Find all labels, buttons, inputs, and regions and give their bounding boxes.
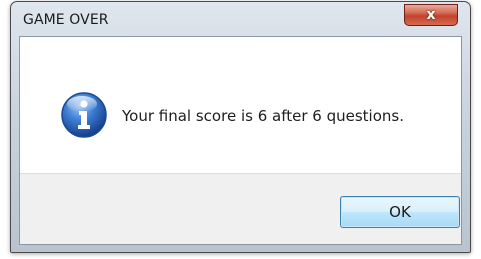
title-bar[interactable]: GAME OVER x xyxy=(11,2,470,36)
dialog-client-area: Your final score is 6 after 6 questions.… xyxy=(19,36,462,245)
ok-button[interactable]: OK xyxy=(340,196,460,228)
dialog-message: Your final score is 6 after 6 questions. xyxy=(122,107,404,125)
dialog-title: GAME OVER xyxy=(23,12,109,28)
dialog-window: GAME OVER x Your final score is 6 after … xyxy=(10,1,471,253)
info-icon xyxy=(61,92,107,138)
message-area: Your final score is 6 after 6 questions. xyxy=(20,37,461,173)
button-bar: OK xyxy=(20,173,461,244)
close-button[interactable]: x xyxy=(404,4,458,26)
close-icon: x xyxy=(426,7,436,23)
